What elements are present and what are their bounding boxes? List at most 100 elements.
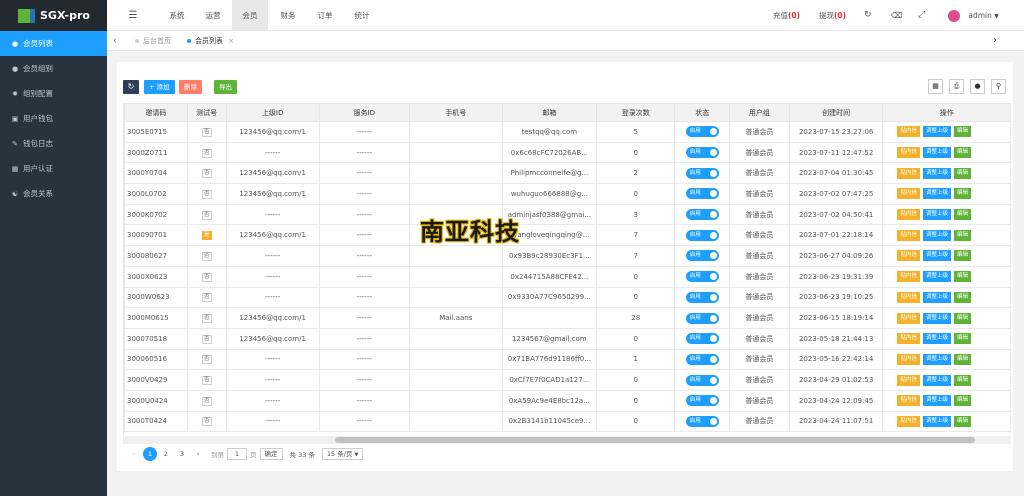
adjust-parent-button[interactable]: 调整上级	[923, 209, 952, 221]
tabs-next-icon[interactable]: ›	[993, 31, 997, 51]
topnav-operation[interactable]: 运营	[198, 0, 228, 31]
page-2[interactable]: 2	[159, 447, 173, 461]
status-toggle[interactable]: 启用	[685, 312, 719, 324]
message-button[interactable]: 贴内信	[897, 250, 920, 262]
edit-button[interactable]: 编辑	[954, 374, 972, 386]
user-menu[interactable]: admin ▼	[948, 0, 999, 31]
status-toggle[interactable]: 启用	[685, 147, 719, 159]
topnav-member[interactable]: 会员	[232, 0, 268, 31]
col-email[interactable]: 邮箱	[501, 103, 598, 122]
col-parent-id[interactable]: 上级ID	[225, 103, 320, 122]
message-button[interactable]: 贴内信	[897, 353, 920, 365]
prev-page-icon[interactable]: ‹	[127, 447, 141, 461]
topnav-system[interactable]: 系统	[162, 0, 192, 31]
tab-member-list[interactable]: 会员列表 ×	[187, 31, 234, 51]
adjust-parent-button[interactable]: 调整上级	[923, 374, 952, 386]
sidebar-item-wallet-log[interactable]: ✎ 钱包日志	[0, 131, 107, 156]
withdraw-link[interactable]: 提现(0)	[819, 0, 846, 31]
columns-icon[interactable]: ▦	[928, 79, 943, 94]
status-toggle[interactable]: 启用	[685, 167, 719, 179]
adjust-parent-button[interactable]: 调整上级	[923, 229, 952, 241]
topnav-finance[interactable]: 财务	[273, 0, 303, 31]
message-button[interactable]: 贴内信	[897, 333, 920, 345]
adjust-parent-button[interactable]: 调整上级	[923, 333, 952, 345]
fullscreen-icon[interactable]: ⤢	[918, 0, 925, 31]
status-toggle[interactable]: 启用	[685, 271, 719, 283]
user-filter-icon[interactable]: ●	[970, 79, 985, 94]
recharge-link[interactable]: 充值(0)	[773, 0, 800, 31]
edit-button[interactable]: 编辑	[954, 229, 972, 241]
message-button[interactable]: 贴内信	[897, 291, 920, 303]
table-row[interactable]: 3000V0429 否 ------ ------ 0xCf7E7f0CAD1a127.…	[124, 369, 1011, 391]
table-row[interactable]: 3000L0702 否 123456@qq.com/1 ------ wuhuguo66…	[124, 183, 1011, 205]
status-toggle[interactable]: 启用	[685, 188, 719, 200]
table-row[interactable]: 3000Y0704 否 123456@qq.com/1 ------ Philipmcc…	[124, 162, 1011, 185]
adjust-parent-button[interactable]: 调整上级	[923, 250, 952, 262]
refresh-button[interactable]: ↻	[123, 80, 139, 94]
adjust-parent-button[interactable]: 调整上级	[923, 353, 952, 365]
topnav-orders[interactable]: 订单	[310, 0, 340, 31]
edit-button[interactable]: 编辑	[954, 395, 972, 407]
adjust-parent-button[interactable]: 调整上级	[923, 188, 952, 200]
col-invite-code[interactable]: 邀请码	[124, 103, 188, 122]
adjust-parent-button[interactable]: 调整上级	[923, 415, 952, 427]
topnav-stats[interactable]: 统计	[347, 0, 377, 31]
table-row[interactable]: 3000W0623 否 ------ ------ 0x9330A77C9650299.…	[124, 286, 1011, 309]
message-button[interactable]: 贴内信	[897, 209, 920, 221]
goto-page-input[interactable]: 1	[227, 448, 247, 460]
table-row[interactable]: 300070518 否 123456@qq.com/1 ------ 1234567@g…	[124, 327, 1011, 350]
adjust-parent-button[interactable]: 调整上级	[923, 271, 952, 283]
tabs-prev-icon[interactable]: ‹	[113, 31, 117, 51]
edit-button[interactable]: 编辑	[954, 312, 972, 324]
edit-button[interactable]: 编辑	[954, 353, 972, 365]
edit-button[interactable]: 编辑	[954, 333, 972, 345]
next-page-icon[interactable]: ›	[191, 447, 205, 461]
edit-button[interactable]: 编辑	[954, 415, 972, 427]
col-test-account[interactable]: 测试号	[186, 103, 227, 122]
message-button[interactable]: 贴内信	[897, 271, 920, 283]
refresh-page-icon[interactable]: ↻	[864, 0, 872, 31]
status-toggle[interactable]: 启用	[685, 250, 719, 262]
message-button[interactable]: 贴内信	[897, 126, 920, 138]
message-button[interactable]: 贴内信	[897, 167, 920, 179]
menu-toggle-icon[interactable]: ☰	[123, 0, 143, 31]
status-toggle[interactable]: 启用	[685, 209, 719, 221]
col-service-id[interactable]: 服务ID	[318, 103, 410, 122]
tab-home[interactable]: 后台首页	[135, 31, 171, 51]
status-toggle[interactable]: 启用	[685, 374, 719, 386]
status-toggle[interactable]: 启用	[685, 353, 719, 365]
table-row[interactable]: 300080627 否 ------ ------ 0x93B9c28930Ec3F1.…	[124, 245, 1011, 267]
sidebar-item-user-auth[interactable]: ▦ 用户认证	[0, 156, 107, 181]
trash-icon[interactable]: ⌫	[891, 0, 902, 31]
export-button[interactable]: 导出	[214, 80, 237, 94]
sidebar-item-member-group[interactable]: ● 会员组别	[0, 56, 107, 81]
col-login-count[interactable]: 登录次数	[595, 103, 676, 122]
message-button[interactable]: 贴内信	[897, 312, 920, 324]
page-3[interactable]: 3	[175, 447, 189, 461]
logo[interactable]: SGX-pro	[0, 0, 107, 31]
sidebar-item-user-wallet[interactable]: ▣ 用户钱包	[0, 106, 107, 131]
col-created-time[interactable]: 创建时间	[788, 103, 884, 122]
sidebar-item-member-relation[interactable]: ☯ 会员关系	[0, 181, 107, 206]
table-row[interactable]: 3000U0424 否 ------ ------ 0xA59Ac9e4E8bc12a.…	[124, 389, 1011, 412]
sidebar-item-member-list[interactable]: ● 会员列表	[0, 31, 107, 56]
message-button[interactable]: 贴内信	[897, 188, 920, 200]
table-row[interactable]: 300090701 是 123456@qq.com/1 ------ liyanglov…	[124, 224, 1011, 247]
goto-confirm-button[interactable]: 确定	[259, 448, 283, 460]
edit-button[interactable]: 编辑	[954, 209, 972, 221]
adjust-parent-button[interactable]: 调整上级	[923, 312, 952, 324]
status-toggle[interactable]: 启用	[685, 395, 719, 407]
adjust-parent-button[interactable]: 调整上级	[923, 395, 952, 407]
adjust-parent-button[interactable]: 调整上级	[923, 167, 952, 179]
status-toggle[interactable]: 启用	[685, 126, 719, 138]
adjust-parent-button[interactable]: 调整上级	[923, 291, 952, 303]
col-phone[interactable]: 手机号	[408, 103, 503, 122]
edit-button[interactable]: 编辑	[954, 147, 972, 159]
search-icon[interactable]: ⚲	[991, 79, 1006, 94]
edit-button[interactable]: 编辑	[954, 126, 972, 138]
message-button[interactable]: 贴内信	[897, 229, 920, 241]
close-icon[interactable]: ×	[228, 37, 234, 45]
table-row[interactable]: 3000Z0711 否 ------ ------ 0x6c68cFC72026AB..…	[124, 141, 1011, 164]
table-row[interactable]: 3000T0424 否 ------ ------ 0x2B3141b11045ce9.…	[124, 410, 1011, 433]
adjust-parent-button[interactable]: 调整上级	[923, 147, 952, 159]
